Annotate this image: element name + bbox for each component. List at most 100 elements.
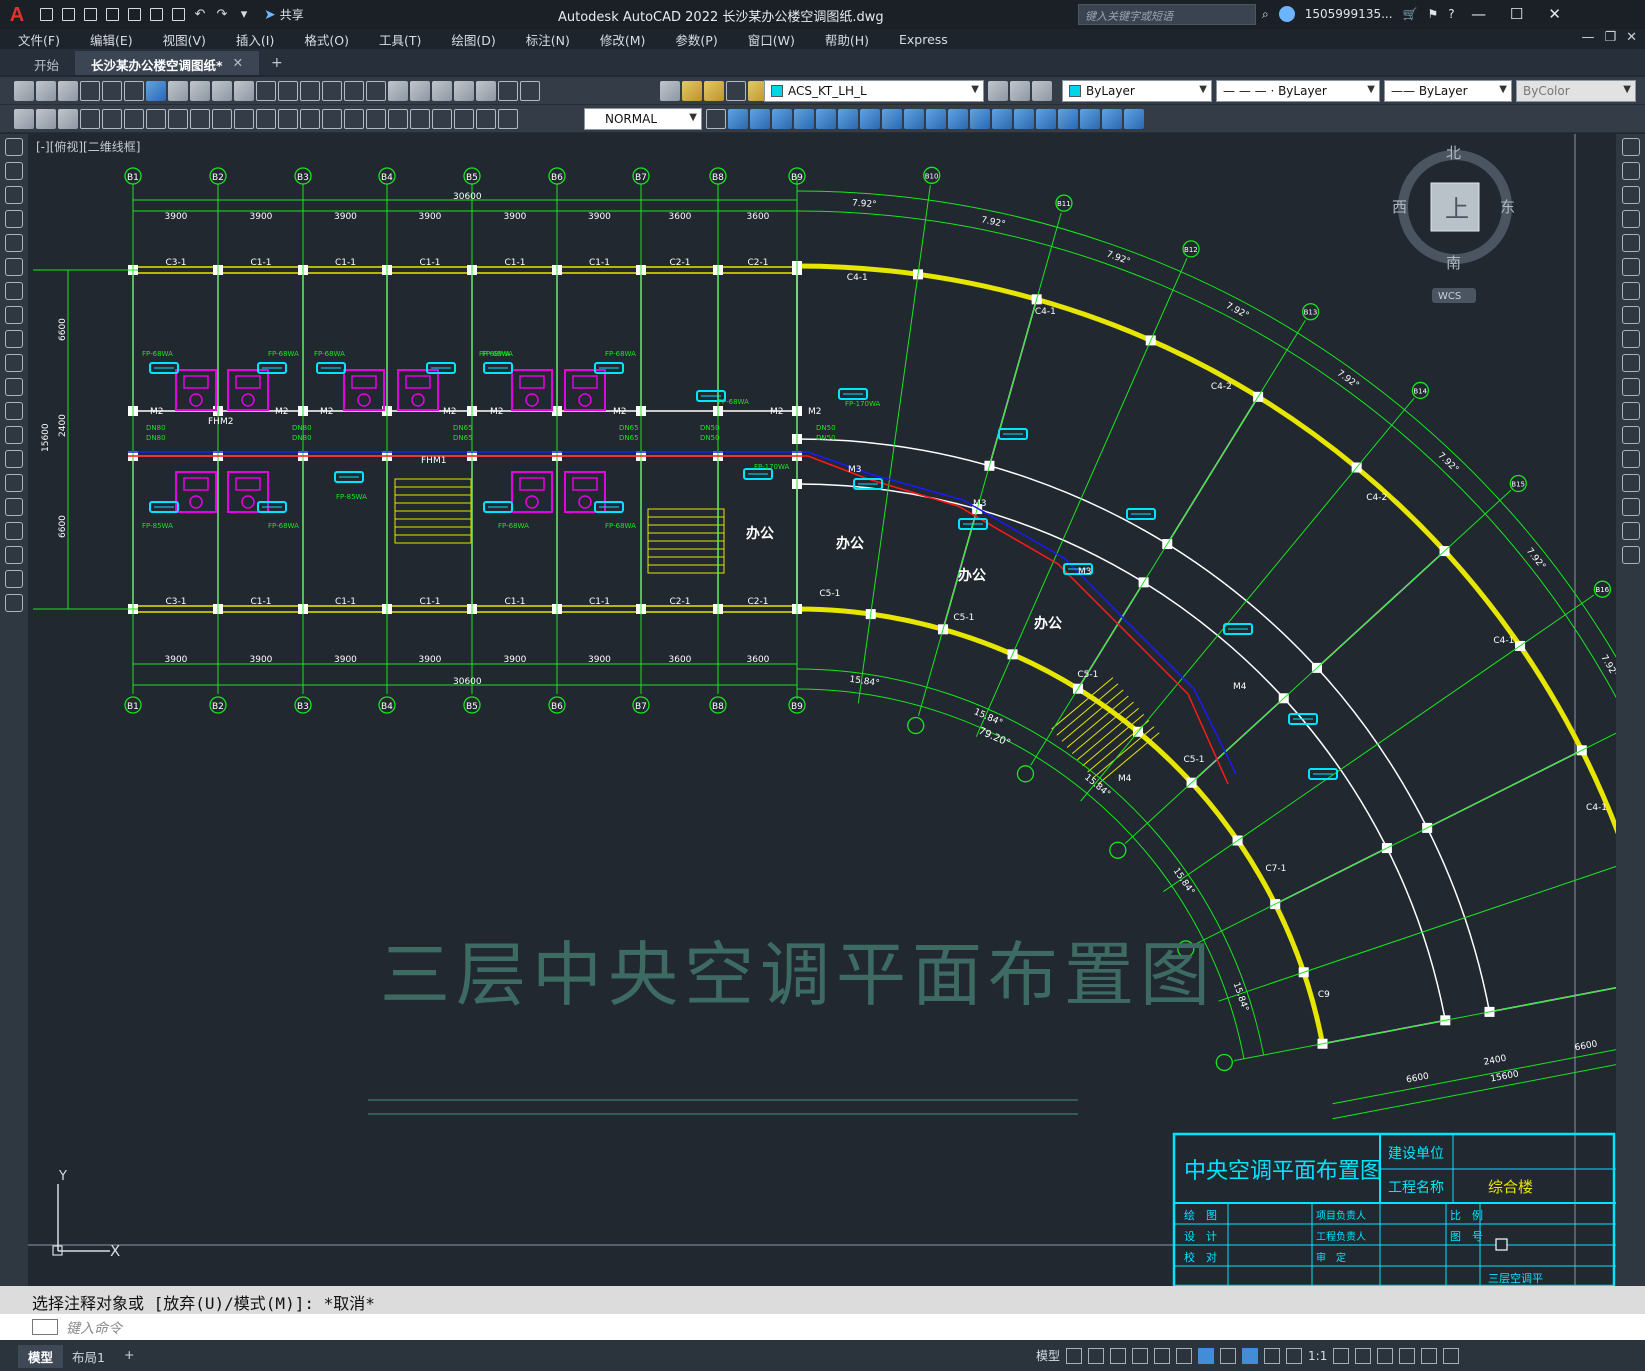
chamfer-icon[interactable] — [1014, 109, 1034, 129]
dim-space-icon[interactable] — [322, 109, 342, 129]
doc-restore-icon[interactable]: ❐ — [1604, 30, 1616, 45]
menu-express[interactable]: Express — [899, 32, 948, 47]
osnap-icon[interactable] — [1198, 1347, 1215, 1364]
join-icon[interactable] — [992, 109, 1012, 129]
properties-icon[interactable] — [388, 81, 408, 101]
layer-properties-icon[interactable] — [660, 81, 680, 101]
design-center-icon[interactable] — [410, 81, 430, 101]
break-point-icon[interactable] — [1621, 402, 1640, 420]
matchprop-icon[interactable] — [234, 81, 254, 101]
units-icon[interactable] — [1377, 1347, 1394, 1364]
insert-icon[interactable] — [1102, 109, 1122, 129]
menu-window[interactable]: 窗口(W) — [748, 30, 795, 49]
dim-break-icon[interactable] — [344, 109, 364, 129]
tab-drawing[interactable]: 长沙某办公楼空调图纸* ✕ — [75, 51, 260, 75]
publish-icon[interactable] — [124, 81, 144, 101]
dim-linear-icon[interactable] — [80, 109, 100, 129]
dim-arc-icon[interactable] — [124, 109, 144, 129]
grid-icon[interactable] — [1066, 1347, 1083, 1364]
layer-vp-icon[interactable] — [726, 81, 746, 101]
a360-icon[interactable]: ⚑ — [1427, 7, 1438, 21]
isodraft-icon[interactable] — [1154, 1347, 1171, 1364]
rotate-icon[interactable] — [1621, 282, 1640, 300]
ellipse-arc-icon[interactable] — [5, 378, 23, 396]
qnew-icon[interactable] — [14, 81, 34, 101]
plot-icon[interactable] — [168, 5, 188, 25]
zoom-previous-icon[interactable] — [366, 81, 386, 101]
dim-baseline-icon[interactable] — [278, 109, 298, 129]
new-tab-button[interactable]: + — [259, 51, 295, 75]
stretch-icon[interactable] — [1621, 330, 1640, 348]
fullscreen-icon[interactable] — [1421, 1347, 1438, 1364]
redo-icon[interactable] — [278, 81, 298, 101]
transparency-icon[interactable] — [1242, 1347, 1259, 1364]
doc-close-icon[interactable]: ✕ — [1626, 30, 1637, 45]
osnap-tracking-icon[interactable] — [1176, 1347, 1193, 1364]
copy-icon[interactable] — [190, 81, 210, 101]
dimstyle-icon[interactable] — [706, 109, 726, 129]
join-icon[interactable] — [1621, 450, 1640, 468]
insert-block-icon[interactable] — [5, 402, 23, 420]
zoom-realtime-icon[interactable] — [322, 81, 342, 101]
zoom-window-icon[interactable] — [344, 81, 364, 101]
new-icon[interactable] — [36, 5, 56, 25]
tab-model[interactable]: 模型 — [18, 1345, 64, 1368]
viewcube[interactable]: 上 北 南 东 西 WCS — [1392, 144, 1515, 303]
dim-angular-icon[interactable] — [234, 109, 254, 129]
tool-c-icon[interactable] — [58, 109, 78, 129]
command-input[interactable]: 键入命令 — [66, 1318, 122, 1338]
open-web-icon[interactable] — [124, 5, 144, 25]
viewport-controls[interactable]: [-][俯视][二维线框] — [36, 138, 140, 155]
tab-start[interactable]: 开始 — [18, 51, 75, 75]
copy-icon[interactable] — [1621, 162, 1640, 180]
explode-icon[interactable] — [1621, 546, 1640, 564]
chamfer-icon[interactable] — [1621, 474, 1640, 492]
fillet-icon[interactable] — [1621, 498, 1640, 516]
polyline-icon[interactable] — [5, 186, 23, 204]
customize-menu-icon[interactable] — [1443, 1347, 1460, 1364]
make-block-icon[interactable] — [5, 426, 23, 444]
gradient-icon[interactable] — [5, 498, 23, 516]
doc-minimize-icon[interactable]: — — [1581, 30, 1594, 45]
share-button[interactable]: ➤ 共享 — [264, 6, 304, 23]
annotation-scale[interactable]: 1:1 — [1308, 1349, 1327, 1363]
circle-icon[interactable] — [5, 282, 23, 300]
polar-icon[interactable] — [1132, 1347, 1149, 1364]
region-icon[interactable] — [5, 522, 23, 540]
menu-edit[interactable]: 编辑(E) — [90, 30, 133, 49]
tab-layout1[interactable]: 布局1 — [62, 1345, 115, 1368]
trim-icon[interactable] — [1621, 354, 1640, 372]
fillet-icon[interactable] — [1036, 109, 1056, 129]
add-selected-icon[interactable] — [5, 594, 23, 612]
menu-tools[interactable]: 工具(T) — [379, 30, 421, 49]
scale-icon[interactable] — [882, 109, 902, 129]
plot-icon[interactable] — [80, 81, 100, 101]
xref-icon[interactable] — [1124, 109, 1144, 129]
trim-icon[interactable] — [926, 109, 946, 129]
quick-properties-icon[interactable] — [1399, 1347, 1416, 1364]
color-combo[interactable]: ByLayer ▼ — [1062, 80, 1212, 102]
menu-help[interactable]: 帮助(H) — [825, 30, 869, 49]
menu-modify[interactable]: 修改(M) — [600, 30, 646, 49]
web-icon[interactable] — [146, 81, 166, 101]
open-icon[interactable] — [58, 5, 78, 25]
app-menu-logo[interactable]: A — [4, 2, 30, 28]
add-layout-button[interactable]: + — [114, 1345, 144, 1364]
break-icon[interactable] — [1621, 426, 1640, 444]
calculator-icon[interactable] — [498, 81, 518, 101]
menu-dimension[interactable]: 标注(N) — [526, 30, 570, 49]
dim-update-icon[interactable] — [498, 109, 518, 129]
close-icon[interactable]: ✕ — [1541, 5, 1569, 23]
help-icon[interactable] — [520, 81, 540, 101]
point-icon[interactable] — [5, 450, 23, 468]
layer-freeze-icon[interactable] — [704, 81, 724, 101]
maximize-icon[interactable]: ☐ — [1503, 5, 1531, 23]
explode-icon[interactable] — [1058, 109, 1078, 129]
mirror-icon[interactable] — [1621, 186, 1640, 204]
lineweight-icon[interactable] — [1220, 1347, 1237, 1364]
construction-line-icon[interactable] — [5, 162, 23, 180]
menu-parametric[interactable]: 参数(P) — [675, 30, 717, 49]
user-icon[interactable] — [1278, 6, 1295, 22]
make-current-icon[interactable] — [988, 81, 1008, 101]
sheetset-icon[interactable] — [454, 81, 474, 101]
